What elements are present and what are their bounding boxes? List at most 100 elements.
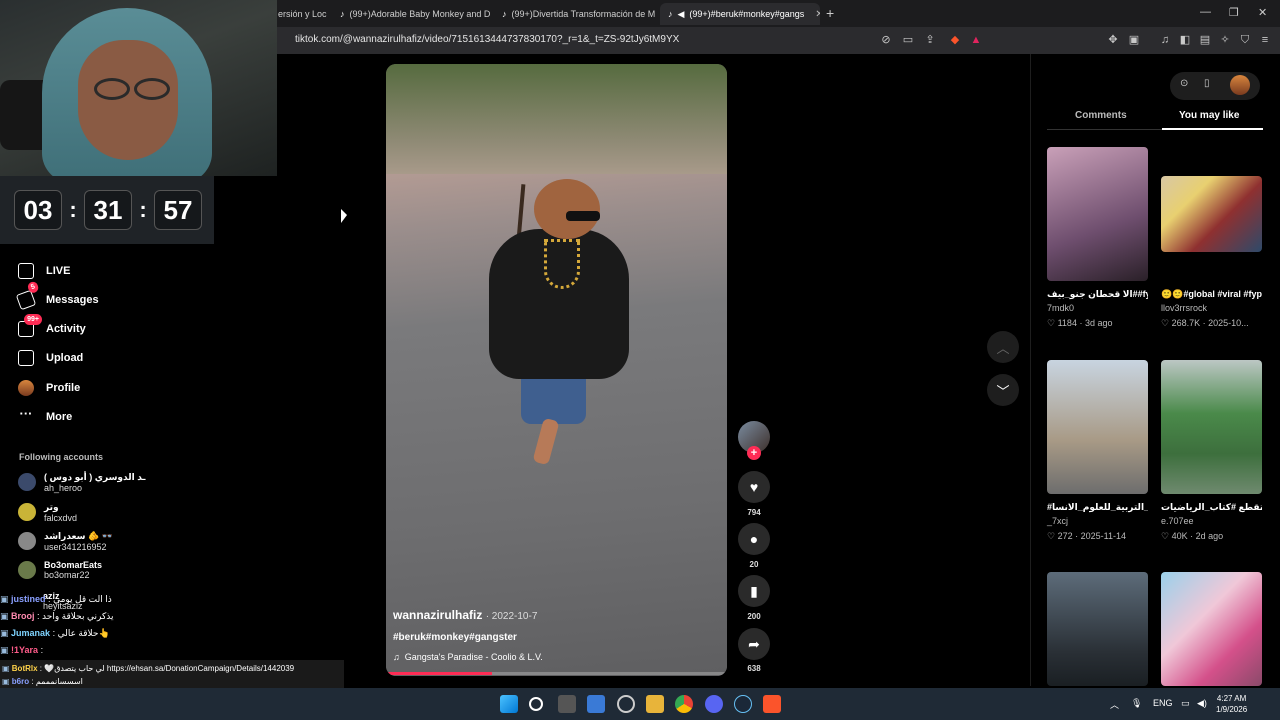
chat-message: ▣ Brooj : يذكرني بحلاقة واحد (0, 611, 114, 621)
browser-tab[interactable]: ♪ (99+)Adorable Baby Monkey and Do (332, 3, 490, 25)
chat-message: ▣ !1Yara : (0, 645, 44, 655)
following-account[interactable]: ـد الدوسري ( أبو دوس ) ah_heroo (18, 469, 145, 495)
new-tab-button[interactable]: + (826, 5, 834, 21)
chat-message: ▣ BotRlx : 🤍لي حاب يتصدق https://ehsan.s… (2, 664, 295, 673)
music-icon[interactable]: ♫ (1158, 33, 1172, 47)
recommended-video-card[interactable]: 🙂🙂#global #viral #fyp... llov3rrsrock ♡ … (1161, 147, 1262, 329)
video-thumbnail (1047, 147, 1148, 281)
minimize-icon[interactable]: — (1200, 6, 1211, 18)
volume-icon[interactable]: ◀) (1197, 698, 1207, 709)
menu-icon[interactable]: ≡ (1258, 33, 1272, 47)
language-indicator[interactable]: ENG (1153, 698, 1173, 708)
close-window-icon[interactable]: ✕ (1258, 6, 1267, 19)
phone-icon[interactable]: ▯ (1204, 78, 1210, 89)
video-hashtags[interactable]: #beruk#monkey#gangster (393, 632, 517, 643)
tiktok-icon: ♪ (502, 9, 507, 19)
video-thumbnail (1161, 360, 1262, 494)
store-icon[interactable] (587, 695, 605, 713)
share-button[interactable]: ➦ (738, 628, 770, 660)
next-video-button[interactable]: ﹀ (987, 374, 1019, 406)
compass-icon[interactable]: ⊙ (1180, 78, 1188, 89)
brave-rewards-icon[interactable]: ▲ (969, 33, 983, 47)
monkey-sunglasses (566, 211, 600, 221)
more-icon: ··· (19, 406, 33, 421)
following-account[interactable]: Bo3omarEats bo3omar22 (18, 557, 102, 583)
chat-icon: ▣ (2, 664, 12, 673)
discord-icon[interactable] (705, 695, 723, 713)
tray-chevron-icon[interactable]: ︿ (1110, 698, 1119, 711)
save-button[interactable]: ▮ (738, 575, 770, 607)
tab-comments[interactable]: Comments (1075, 110, 1127, 121)
video-music[interactable]: ♫ Gangsta's Paradise - Coolio & L.V. (393, 652, 543, 662)
mute-icon[interactable]: ⊘ (879, 33, 893, 47)
heart-outline-icon: ♡ (1161, 318, 1170, 328)
taskbar-clock[interactable]: 4:27 AM 1/9/2026 (1216, 693, 1247, 715)
brave-icon[interactable] (763, 695, 781, 713)
chat-icon: ▣ (2, 677, 12, 686)
task-view-icon[interactable] (558, 695, 576, 713)
recommended-video-card[interactable] (1047, 572, 1148, 686)
close-tab-icon[interactable]: ✕ (815, 9, 820, 20)
video-thumbnail (1047, 572, 1148, 686)
comment-button[interactable]: ● (738, 523, 770, 555)
mouse-cursor-icon (341, 209, 347, 223)
network-icon[interactable]: ▭ (1181, 698, 1190, 709)
video-progress-bar[interactable] (386, 672, 727, 675)
browser-tab-active[interactable]: ♪ ◀ (99+)#beruk#monkey#gangs ✕ (660, 3, 820, 25)
browser-tab[interactable]: ersión y Loc (270, 3, 328, 25)
avatar[interactable] (1230, 75, 1250, 95)
sidebar-icon[interactable]: ◧ (1178, 33, 1192, 47)
previous-video-button[interactable]: ︿ (987, 331, 1019, 363)
tab-you-may-like[interactable]: You may like (1179, 110, 1239, 121)
leo-icon[interactable]: ✧ (1218, 33, 1232, 47)
browser-tab[interactable]: ♪ (99+)Divertida Transformación de M (494, 3, 656, 25)
recommended-video-card[interactable]: الا قحطان جنو_بيف##fypppp... 7mdk0 ♡ 118… (1047, 147, 1148, 329)
chat-icon: ▣ (0, 645, 12, 655)
following-account[interactable]: سعدراشد 🫵 👓 user341216952 (18, 528, 113, 554)
heart-outline-icon: ♡ (1047, 531, 1056, 541)
heart-outline-icon: ♡ (1161, 531, 1170, 541)
screenshot-icon[interactable]: ▣ (1127, 33, 1141, 47)
nav-profile[interactable]: Profile (18, 377, 80, 399)
recommended-video-card[interactable]: مدلع ضربته ضربتين تقطع #كتاب_الرياضيات🤭.… (1161, 360, 1262, 542)
obs-icon[interactable] (617, 695, 635, 713)
windows-start-icon[interactable] (500, 695, 518, 713)
timer-separator: : (69, 197, 77, 222)
live-icon (18, 263, 34, 279)
brave-shield-icon[interactable]: ◆ (948, 33, 962, 47)
microphone-icon[interactable]: 🎙 (1131, 698, 1142, 709)
follow-plus-icon[interactable]: + (747, 446, 761, 460)
face-image (78, 40, 178, 160)
file-explorer-icon[interactable] (646, 695, 664, 713)
vpn-icon[interactable]: ⛉ (1238, 33, 1252, 47)
nav-activity[interactable]: 99+ Activity (18, 314, 86, 340)
video-author[interactable]: wannazirulhafiz · 2022-10-7 (393, 608, 537, 622)
restore-icon[interactable]: ❐ (1229, 6, 1239, 19)
chrome-icon[interactable] (675, 695, 693, 713)
nav-more[interactable]: ··· More (18, 406, 73, 428)
cast-icon[interactable]: ▭ (901, 33, 915, 47)
recommended-video-card[interactable]: #جامعة_البصرة لية_التربية_للعلوم_الانسا.… (1047, 360, 1148, 542)
panel-tabs: Comments You may like (1047, 108, 1263, 130)
recommended-video-card[interactable] (1161, 572, 1262, 686)
nav-upload[interactable]: Upload (18, 347, 83, 369)
nav-live[interactable]: LIVE (18, 260, 70, 282)
chat-message: ▣ b6ro : اسسسانمممم (2, 677, 83, 686)
following-account[interactable]: وتر falcxdvd (18, 499, 77, 525)
nav-messages[interactable]: 5 Messages (15, 280, 99, 311)
comment-count: 20 (749, 560, 759, 569)
video-player[interactable]: wannazirulhafiz · 2022-10-7 #beruk#monke… (386, 64, 727, 676)
search-icon[interactable] (529, 697, 543, 711)
avatar (18, 561, 36, 579)
tiktok-icon: ♪ (668, 9, 673, 19)
share-arrow-icon: ➦ (748, 635, 760, 652)
wallet-icon[interactable]: ▤ (1198, 33, 1212, 47)
video-progress-fill (386, 672, 492, 675)
like-button[interactable]: ♥ (738, 471, 770, 503)
extensions-icon[interactable]: ✥ (1106, 33, 1120, 47)
share-icon[interactable]: ⇪ (923, 33, 937, 47)
stream-timer: 03 : 31 : 57 (0, 176, 214, 244)
url-field[interactable]: tiktok.com/@wannazirulhafiz/video/715161… (295, 34, 679, 45)
steam-icon[interactable] (734, 695, 752, 713)
chat-bottom-bar: ▣ BotRlx : 🤍لي حاب يتصدق https://ehsan.s… (0, 660, 344, 688)
